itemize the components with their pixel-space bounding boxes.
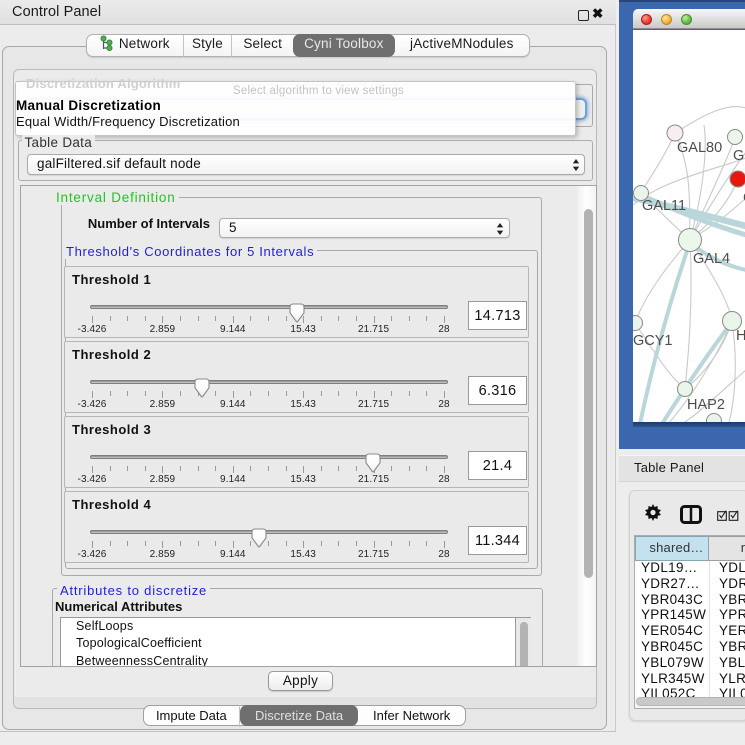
- svg-text:G.: G.: [733, 148, 745, 164]
- svg-text:H: H: [736, 328, 745, 344]
- svg-text:GAL80: GAL80: [677, 140, 722, 156]
- svg-text:GCY1: GCY1: [633, 333, 673, 349]
- svg-text:HAP2: HAP2: [687, 397, 725, 413]
- svg-text:GAL4: GAL4: [693, 251, 730, 267]
- svg-text:GAL11: GAL11: [642, 198, 686, 214]
